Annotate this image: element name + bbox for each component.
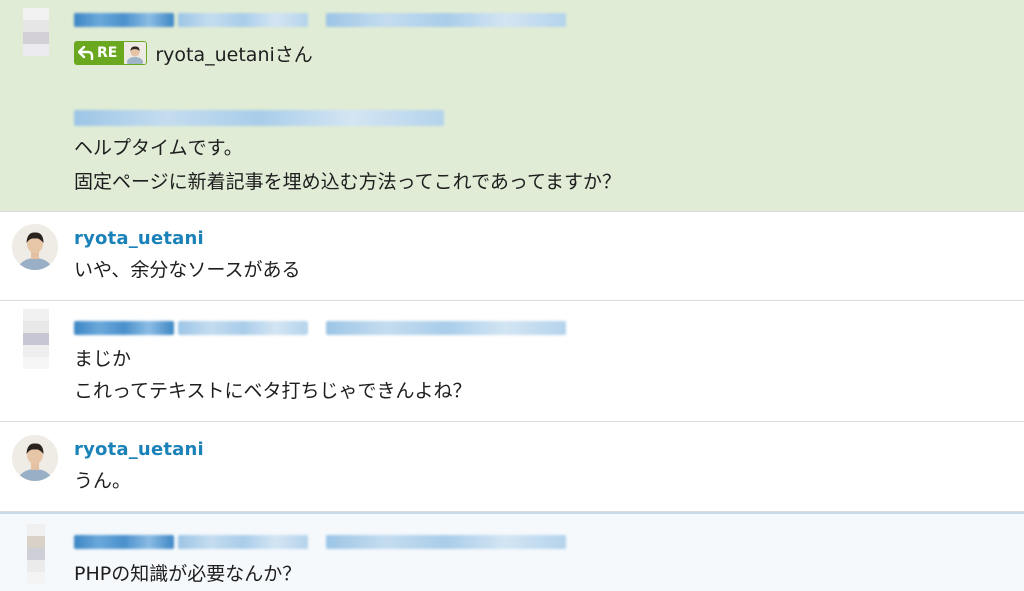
chat-message: PHPの知識が必要なんか？ (0, 512, 1024, 591)
message-text: 固定ページに新着記事を埋め込む方法ってこれであってますか？ (74, 171, 622, 193)
message-text: いや、余分なソースがある (74, 259, 301, 281)
reply-target-name: ryota_uetaniさん (155, 43, 313, 66)
reply-arrow-icon (78, 46, 94, 60)
re-tag: RE (74, 41, 124, 65)
avatar[interactable] (12, 8, 60, 70)
chat-message: ryota_uetani いや、余分なソースがある (0, 212, 1024, 301)
message-text: うん。 (74, 470, 132, 492)
message-meta-blurred (74, 534, 570, 550)
message-text: PHPの知識が必要なんか？ (74, 563, 302, 585)
avatar[interactable] (12, 224, 58, 270)
reply-target-avatar (123, 41, 148, 65)
message-meta-blurred (74, 12, 570, 28)
username[interactable]: ryota_uetani (74, 439, 204, 460)
chat-message: ryota_uetani うん。 (0, 422, 1024, 512)
message-text: これってテキストにベタ打ちじゃできんよね？ (74, 380, 472, 402)
link-blurred[interactable] (74, 110, 448, 126)
re-label: RE (97, 45, 118, 61)
avatar[interactable] (12, 524, 60, 586)
username[interactable]: ryota_uetani (74, 228, 204, 249)
avatar[interactable] (12, 309, 60, 371)
chat-message: まじか これってテキストにベタ打ちじゃできんよね？ (0, 301, 1024, 422)
avatar[interactable] (12, 435, 58, 481)
chat-message: RE ryota_uetaniさん ヘルプタイムです。 固定ページに新着記事を埋… (0, 0, 1024, 212)
message-text: ヘルプタイムです。 (74, 137, 243, 159)
message-text: まじか (74, 348, 132, 370)
chat-timeline: RE ryota_uetaniさん ヘルプタイムです。 固定ページに新着記事を埋… (0, 0, 1024, 591)
message-meta-blurred (74, 320, 570, 336)
reply-badge[interactable]: RE ryota_uetaniさん (74, 40, 313, 66)
